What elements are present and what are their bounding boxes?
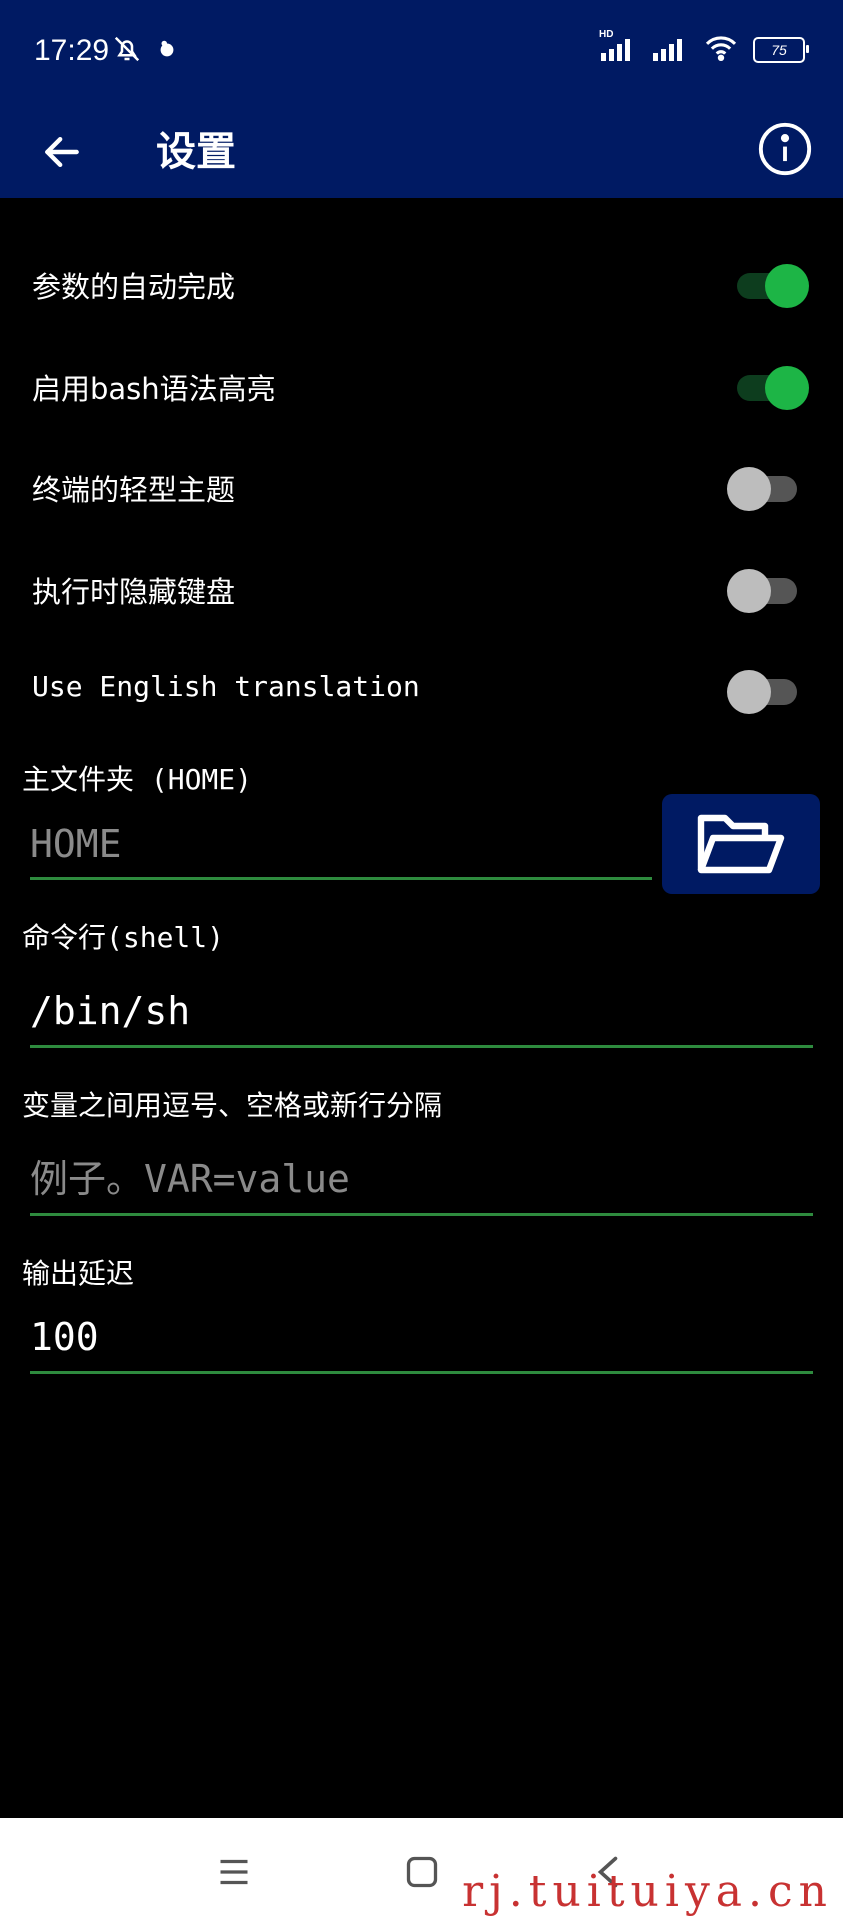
watermark-text: rj.tuituiya.cn: [462, 1866, 833, 1917]
status-bar: 17:29 HD 75: [0, 0, 843, 106]
toggle-label: Use English translation: [32, 670, 420, 703]
toggle-label: 启用bash语法高亮: [32, 372, 276, 406]
env-field-label: 变量之间用逗号、空格或新行分隔: [22, 1089, 443, 1122]
browse-folder-button[interactable]: [662, 794, 820, 894]
back-arrow-icon: [45, 136, 79, 168]
folder-icon: [697, 814, 785, 874]
status-time: 17:29: [34, 34, 110, 67]
info-button[interactable]: [755, 119, 815, 179]
autocomplete-switch[interactable]: [727, 260, 809, 308]
english-translation-switch[interactable]: [727, 666, 805, 714]
toggle-row-bash-highlight[interactable]: 启用bash语法高亮: [0, 334, 843, 434]
env-vars-input[interactable]: [30, 1154, 813, 1216]
home-square-icon: [406, 1856, 438, 1888]
mute-bell-icon: [112, 34, 142, 68]
home-field-label: 主文件夹 (HOME): [22, 763, 253, 796]
hd-label: HD: [599, 29, 614, 40]
page-title: 设置: [156, 129, 236, 175]
toggle-row-autocomplete[interactable]: 参数的自动完成: [0, 232, 843, 332]
toggle-row-light-theme[interactable]: 终端的轻型主题: [0, 435, 843, 535]
menu-button[interactable]: [210, 1848, 258, 1896]
home-input[interactable]: [30, 820, 652, 880]
toggle-row-hide-keyboard[interactable]: 执行时隐藏键盘: [0, 537, 843, 637]
notification-app-icon: [156, 38, 178, 64]
toggle-label: 执行时隐藏键盘: [32, 575, 236, 609]
delay-field-label: 输出延迟: [22, 1257, 135, 1290]
info-icon: [758, 122, 812, 176]
signal-icon: [651, 35, 689, 65]
shell-field-label: 命令行(shell): [22, 921, 225, 954]
back-button[interactable]: [36, 126, 88, 178]
hide-keyboard-switch[interactable]: [727, 565, 805, 613]
hd-signal-icon: HD: [599, 29, 637, 65]
toggle-label: 终端的轻型主题: [32, 473, 236, 507]
toggle-row-english[interactable]: Use English translation: [0, 638, 843, 738]
home-button[interactable]: [398, 1848, 446, 1896]
bash-highlight-switch[interactable]: [727, 362, 809, 410]
shell-input[interactable]: [30, 986, 813, 1048]
toggle-label: 参数的自动完成: [32, 270, 236, 304]
output-delay-input[interactable]: [30, 1312, 813, 1374]
wifi-icon: [703, 34, 739, 66]
light-theme-switch[interactable]: [727, 463, 805, 511]
battery-icon: 75: [753, 37, 809, 63]
menu-icon: [220, 1859, 248, 1885]
app-bar: 设置: [0, 106, 843, 198]
